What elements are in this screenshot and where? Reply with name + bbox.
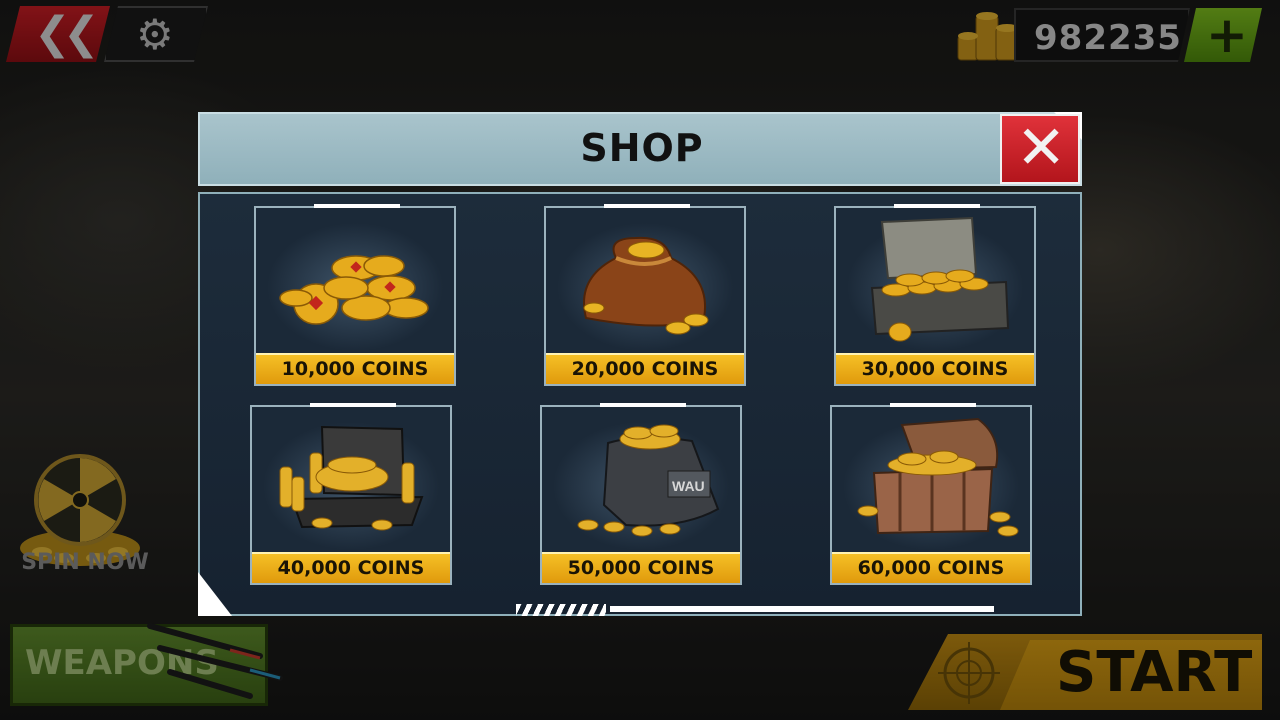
shop-dialog: SHOP ✕ 10,000 COINS 20,000 COINS 30,000 … bbox=[198, 112, 1084, 618]
shop-title: SHOP bbox=[580, 126, 704, 170]
coin-sack-icon bbox=[583, 236, 709, 335]
decorative-stripes bbox=[516, 604, 606, 616]
shop-item-40000-coins[interactable]: 40,000 COINS bbox=[250, 403, 452, 585]
shop-item-label: 60,000 COINS bbox=[832, 552, 1030, 583]
shop-item-label: 40,000 COINS bbox=[252, 552, 450, 583]
shop-item-label: 20,000 COINS bbox=[546, 353, 744, 384]
shop-item-20000-coins[interactable]: 20,000 COINS bbox=[544, 204, 746, 386]
shop-item-label: 30,000 COINS bbox=[836, 353, 1034, 384]
decorative-line bbox=[610, 606, 994, 612]
bag-text: WAU bbox=[672, 478, 705, 494]
coin-pile-icon bbox=[279, 255, 429, 325]
shop-header: SHOP bbox=[198, 112, 1082, 186]
shop-item-10000-coins[interactable]: 10,000 COINS bbox=[254, 204, 456, 386]
shop-item-50000-coins[interactable]: WAU 50,000 COINS bbox=[540, 403, 742, 585]
close-button[interactable]: ✕ bbox=[1000, 113, 1080, 184]
shop-item-60000-coins[interactable]: 60,000 COINS bbox=[830, 403, 1032, 585]
shop-item-label: 50,000 COINS bbox=[542, 552, 740, 583]
shop-item-label: 10,000 COINS bbox=[256, 353, 454, 384]
shop-item-30000-coins[interactable]: 30,000 COINS bbox=[834, 204, 1036, 386]
coin-case-icon bbox=[870, 216, 1010, 342]
coin-duffel-bag-icon: WAU bbox=[577, 424, 720, 537]
coin-crate-icon bbox=[279, 425, 424, 531]
close-icon: ✕ bbox=[1016, 113, 1067, 183]
treasure-chest-icon bbox=[857, 417, 1019, 537]
